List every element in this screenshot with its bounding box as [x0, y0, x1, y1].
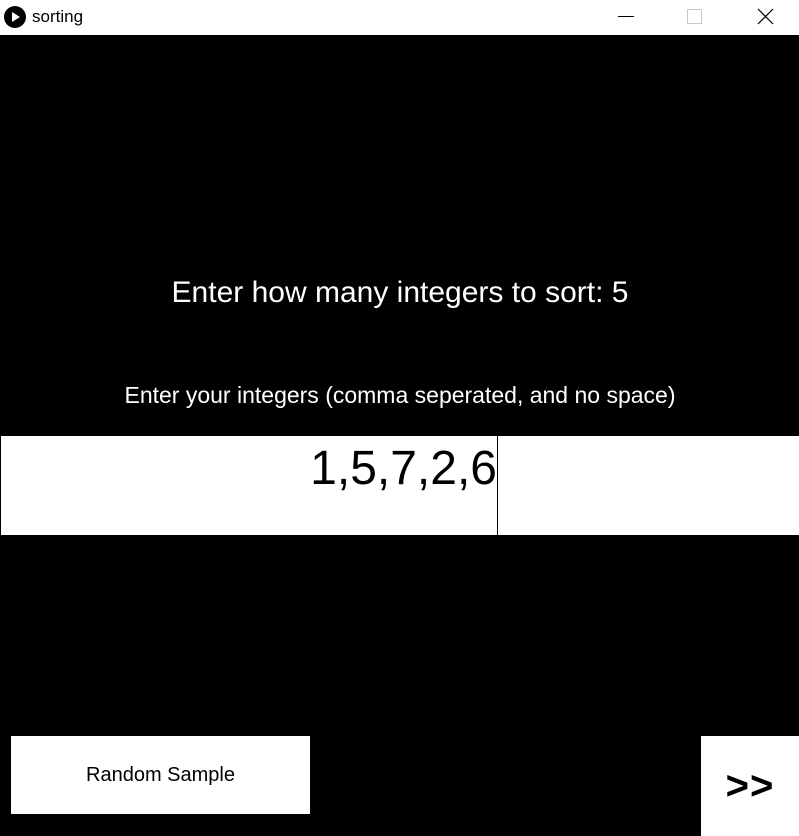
close-button[interactable]	[742, 0, 788, 35]
play-icon	[4, 6, 26, 28]
integers-input[interactable]: 1,5,7,2,6	[1, 436, 799, 535]
minimize-icon	[618, 16, 634, 17]
sketch-canvas: Enter how many integers to sort: 5 Enter…	[0, 35, 799, 836]
minimize-button[interactable]	[603, 0, 649, 35]
next-label: >>	[725, 763, 775, 808]
text-caret	[497, 436, 498, 535]
count-prompt: Enter how many integers to sort: 5	[171, 276, 629, 309]
random-sample-label: Random Sample	[86, 763, 235, 786]
input-value: 1,5,7,2,6	[310, 442, 497, 495]
maximize-button[interactable]	[672, 0, 718, 35]
window-title: sorting	[32, 7, 84, 26]
random-sample-button[interactable]: Random Sample	[11, 736, 310, 814]
maximize-icon	[687, 9, 702, 24]
integers-prompt: Enter your integers (comma seperated, an…	[124, 382, 676, 408]
next-button[interactable]: >>	[701, 736, 799, 836]
title-bar: sorting	[0, 0, 799, 35]
close-icon	[757, 8, 774, 25]
